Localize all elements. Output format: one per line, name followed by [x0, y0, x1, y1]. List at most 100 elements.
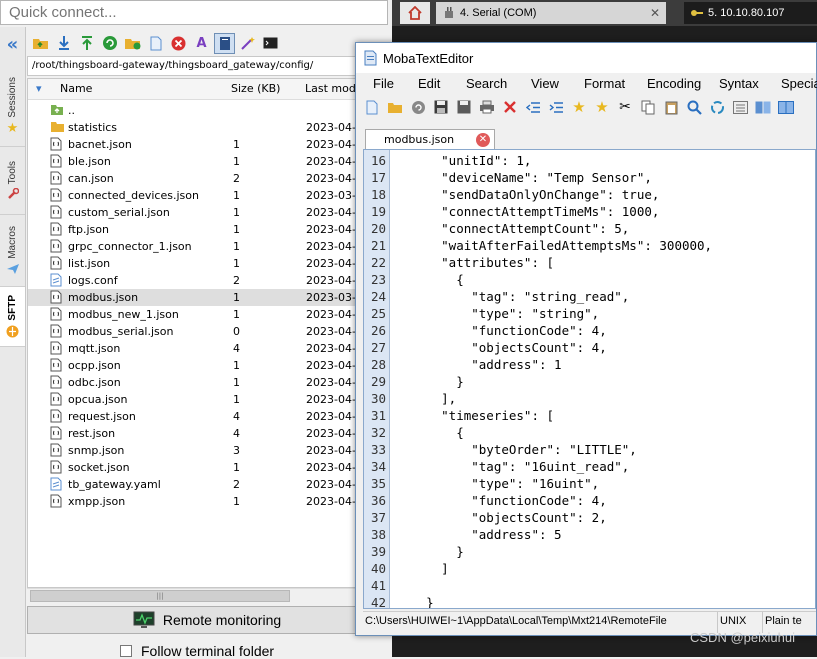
status-file-path: C:\Users\HUIWEI~1\AppData\Local\Temp\Mxt… [363, 612, 718, 633]
file-row[interactable]: opcua.json 1 2023-04-1 [28, 391, 388, 408]
tab-close-icon[interactable]: ✕ [650, 6, 660, 20]
sftp-file-list[interactable]: ▾ Name Size (KB) Last modif .. statistics… [27, 78, 389, 588]
close-tab-icon[interactable]: ✕ [476, 132, 490, 147]
quick-connect-input[interactable] [1, 1, 387, 24]
editor-compare-button[interactable] [753, 97, 773, 117]
editor-print-button[interactable] [477, 97, 497, 117]
line-number: 27 [370, 340, 386, 355]
column-name-header[interactable]: Name [60, 82, 92, 95]
tab-ssh-session[interactable]: 5. 10.10.80.107 [684, 2, 817, 24]
editor-bookmark-button[interactable]: ★ [569, 97, 589, 117]
refresh-button[interactable] [99, 33, 120, 54]
file-row[interactable]: statistics 2023-04-1 [28, 119, 388, 136]
menu-view[interactable]: View [531, 74, 559, 91]
follow-folder-checkbox[interactable] [120, 645, 132, 657]
sftp-path-field[interactable]: /root/thingsboard-gateway/thingsboard_ga… [27, 56, 387, 76]
editor-save-button[interactable] [431, 97, 451, 117]
file-name: socket.json [68, 461, 130, 474]
terminal-icon [263, 37, 278, 49]
quick-connect-box[interactable] [0, 0, 388, 25]
file-row[interactable]: bacnet.json 1 2023-04-1 [28, 136, 388, 153]
editor-copy-button[interactable] [638, 97, 658, 117]
file-row[interactable]: mqtt.json 4 2023-04-1 [28, 340, 388, 357]
rename-button[interactable]: A [191, 33, 212, 54]
save-as-disk-icon [457, 100, 471, 114]
sidebar-tab-tools[interactable]: Tools [0, 147, 25, 215]
scissors-icon: ✂ [619, 99, 631, 115]
file-row[interactable]: rest.json 4 2023-04-1 [28, 425, 388, 442]
file-row[interactable]: ble.json 1 2023-04-1 [28, 153, 388, 170]
file-row[interactable]: grpc_connector_1.json 1 2023-04-1 [28, 238, 388, 255]
column-size-header[interactable]: Size (KB) [231, 82, 280, 95]
code-line: 42 } [364, 595, 815, 608]
file-row[interactable]: odbc.json 1 2023-04-1 [28, 374, 388, 391]
parent-folder-button[interactable] [30, 33, 51, 54]
new-file-button[interactable] [145, 33, 166, 54]
tab-home[interactable] [400, 2, 430, 24]
menu-encoding[interactable]: Encoding [647, 74, 701, 91]
remote-monitoring-button[interactable]: Remote monitoring [27, 606, 387, 634]
line-text: } [396, 374, 464, 389]
open-folder-icon [387, 101, 403, 114]
editor-outdent-button[interactable] [523, 97, 543, 117]
file-row[interactable]: custom_serial.json 1 2023-04-1 [28, 204, 388, 221]
file-row[interactable]: .. [28, 102, 388, 119]
file-row[interactable]: modbus_serial.json 0 2023-04-1 [28, 323, 388, 340]
file-row[interactable]: ocpp.json 1 2023-04-1 [28, 357, 388, 374]
delete-button[interactable] [168, 33, 189, 54]
file-row[interactable]: snmp.json 3 2023-04-1 [28, 442, 388, 459]
menu-specia[interactable]: Specia [781, 74, 817, 91]
tab-serial-com[interactable]: 4. Serial (COM) ✕ [436, 2, 666, 24]
editor-open-button[interactable] [385, 97, 405, 117]
collapse-sidebar-button[interactable]: « [0, 32, 25, 57]
file-row[interactable]: tb_gateway.yaml 2 2023-04-1 [28, 476, 388, 493]
file-row[interactable]: modbus_new_1.json 1 2023-04-1 [28, 306, 388, 323]
sidebar-tab-sftp[interactable]: SFTP [0, 287, 25, 347]
file-row[interactable]: can.json 2 2023-04-1 [28, 170, 388, 187]
sidebar-tab-sessions[interactable]: Sessions ★ [0, 67, 25, 147]
file-row[interactable]: ftp.json 1 2023-04-1 [28, 221, 388, 238]
editor-paste-button[interactable] [661, 97, 681, 117]
file-row[interactable]: socket.json 1 2023-04-1 [28, 459, 388, 476]
editor-split-button[interactable] [776, 97, 796, 117]
menu-search[interactable]: Search [466, 74, 507, 91]
editor-new-button[interactable] [362, 97, 382, 117]
open-terminal-button[interactable] [260, 33, 281, 54]
editor-find-button[interactable] [684, 97, 704, 117]
scrollbar-thumb[interactable]: ||| [30, 590, 290, 602]
sidebar-tab-macros[interactable]: Macros [0, 215, 25, 287]
file-row[interactable]: logs.conf 2 2023-04-1 [28, 272, 388, 289]
code-line: 40 ] [364, 561, 815, 578]
open-editor-button[interactable] [214, 32, 235, 54]
json-file-icon [50, 171, 62, 185]
file-row[interactable]: request.json 4 2023-04-1 [28, 408, 388, 425]
editor-replace-button[interactable] [707, 97, 727, 117]
file-row[interactable]: connected_devices.json 1 2023-03-1 [28, 187, 388, 204]
editor-tab-modbus-json[interactable]: modbus.json ✕ [365, 129, 495, 149]
menu-format[interactable]: Format [584, 74, 625, 91]
editor-goto-button[interactable] [730, 97, 750, 117]
file-size: 1 [233, 291, 240, 304]
upload-button[interactable] [76, 33, 97, 54]
editor-next-bookmark-button[interactable]: ★ [592, 97, 612, 117]
editor-reload-button[interactable] [408, 97, 428, 117]
editor-indent-button[interactable] [546, 97, 566, 117]
editor-cut-button[interactable]: ✂ [615, 97, 635, 117]
menu-edit[interactable]: Edit [418, 74, 440, 91]
file-row[interactable]: list.json 1 2023-04-1 [28, 255, 388, 272]
list-lines-icon [732, 100, 748, 114]
download-button[interactable] [53, 33, 74, 54]
editor-title-bar[interactable]: MobaTextEditor [356, 43, 816, 73]
new-folder-button[interactable] [122, 33, 143, 54]
new-file-icon [150, 36, 162, 51]
file-row[interactable]: modbus.json 1 2023-03-1 [28, 289, 388, 306]
code-area[interactable]: 16 "unitId": 1, 17 "deviceName": "Temp Se… [363, 149, 816, 609]
editor-save-as-button[interactable] [454, 97, 474, 117]
file-row[interactable]: xmpp.json 1 2023-04-1 [28, 493, 388, 510]
permissions-button[interactable] [237, 33, 258, 54]
line-text: "connectAttemptCount": 5, [396, 221, 630, 236]
menu-file[interactable]: File [373, 74, 394, 91]
menu-syntax[interactable]: Syntax [719, 74, 759, 91]
code-line: 35 "type": "16uint", [364, 476, 815, 493]
editor-close-file-button[interactable] [500, 97, 520, 117]
